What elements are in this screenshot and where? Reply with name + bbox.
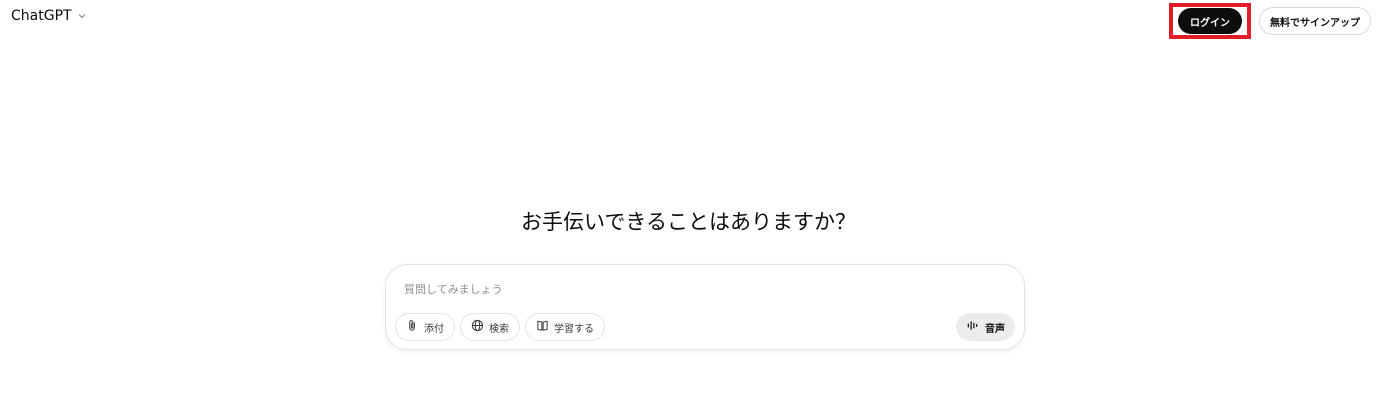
- prompt-input[interactable]: 質問してみましょう: [404, 281, 503, 297]
- attach-label: 添付: [424, 323, 444, 335]
- search-button[interactable]: 検索: [460, 313, 520, 341]
- signup-button[interactable]: 無料でサインアップ: [1259, 7, 1371, 35]
- globe-icon: [471, 319, 484, 335]
- attach-button[interactable]: 添付: [395, 313, 455, 341]
- study-label: 学習する: [554, 323, 594, 335]
- chevron-down-icon: [77, 11, 87, 21]
- auth-buttons: ログイン 無料でサインアップ: [1169, 3, 1371, 39]
- book-icon: [536, 319, 549, 335]
- composer-tools: 添付 検索 学習する: [395, 313, 605, 341]
- login-button[interactable]: ログイン: [1178, 8, 1242, 34]
- highlight-box: ログイン: [1169, 3, 1251, 39]
- page-title: お手伝いできることはありますか？: [521, 210, 856, 234]
- model-switcher[interactable]: ChatGPT: [11, 8, 87, 24]
- prompt-composer[interactable]: 質問してみましょう 添付 検索 学習する 音声: [385, 264, 1025, 350]
- study-button[interactable]: 学習する: [525, 313, 605, 341]
- voice-label: 音声: [985, 323, 1005, 335]
- voice-button[interactable]: 音声: [956, 313, 1015, 341]
- model-name: ChatGPT: [11, 8, 72, 24]
- waveform-icon: [966, 319, 979, 335]
- paperclip-icon: [406, 319, 419, 335]
- page: ChatGPT ログイン 無料でサインアップ お手伝いできることはありますか？ …: [0, 0, 1377, 404]
- search-label: 検索: [489, 323, 509, 335]
